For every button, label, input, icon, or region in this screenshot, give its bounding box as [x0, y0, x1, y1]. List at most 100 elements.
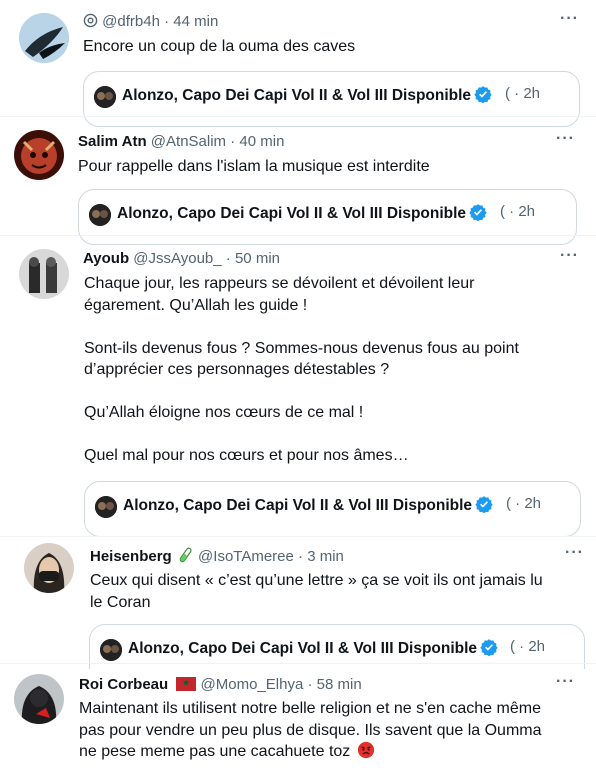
tweet-header: Salim Atn @AtnSalim · 40 min: [78, 132, 284, 152]
tweet-time[interactable]: 50 min: [235, 250, 280, 267]
quoted-avatar: [95, 496, 117, 518]
tweet-body: Encore un coup de la ouma des caves: [83, 36, 355, 58]
morocco-flag-icon: [176, 677, 197, 691]
quoted-time: 2h: [528, 638, 546, 655]
quoted-meta: ( · 2h: [505, 85, 540, 102]
quoted-time: 2h: [518, 203, 536, 220]
quoted-author-name-text: Alonzo, Capo Dei Capi Vol II & Vol III D…: [128, 640, 478, 657]
quoted-avatar: [100, 639, 122, 661]
tweet-text-line: Qu’Allah éloigne nos cœurs de ce mal !: [84, 404, 364, 421]
separator-dot: ·: [164, 13, 170, 30]
tweet-author-name[interactable]: Roi Corbeau: [79, 676, 168, 693]
tweet-1[interactable]: @dfrb4h · 44 min ··· Encore un coup de l…: [0, 0, 596, 127]
verified-badge-icon: [480, 639, 498, 656]
tweet-header: Ayoub @JssAyoub_ · 50 min: [83, 249, 280, 269]
more-options-icon[interactable]: ···: [556, 673, 575, 691]
tweet-author-name[interactable]: Ayoub: [83, 250, 129, 267]
tweet-text-line: Chaque jour, les rappeurs se dévoilent e…: [84, 275, 475, 292]
tweet-text-line: Pour rappelle dans l'islam la musique es…: [78, 158, 430, 175]
separator-dot: ·: [514, 85, 520, 102]
tweet-text-line: le Coran: [90, 593, 151, 611]
tweet-text-line: [84, 316, 519, 338]
more-options-icon[interactable]: ···: [556, 130, 575, 148]
test-tube-icon: [179, 547, 192, 563]
quoted-author-name: Alonzo, Capo Dei Capi Vol II & Vol III D…: [122, 85, 492, 105]
more-options-icon[interactable]: ···: [560, 10, 579, 28]
tweet-handle[interactable]: @Momo_Elhya: [201, 676, 304, 693]
separator-dot: ·: [509, 203, 515, 220]
angry-face-icon: [357, 741, 374, 759]
avatar-image-icon: [14, 674, 64, 724]
verified-badge-icon: [475, 496, 493, 513]
quoted-avatar: [94, 86, 116, 108]
tweet-body: Pour rappelle dans l'islam la musique es…: [78, 156, 430, 178]
separator-dot: ·: [307, 676, 313, 693]
more-options-icon[interactable]: ···: [565, 544, 584, 562]
separator-dot: ·: [225, 250, 231, 267]
truncated-handle: (: [500, 203, 505, 220]
more-options-icon[interactable]: ···: [560, 247, 579, 265]
settings-badge-icon: [83, 13, 98, 28]
avatar[interactable]: [19, 13, 69, 63]
tweet-text-line: égarement. Qu’Allah les guide !: [84, 296, 308, 314]
tweet-text-line: Ceux qui disent « c’est qu’une lettre » …: [90, 572, 543, 589]
tweet-4[interactable]: Heisenberg @IsoTAmeree · 3 min ··· Ceux …: [0, 537, 596, 669]
separator-dot: ·: [515, 495, 521, 512]
avatar[interactable]: [24, 543, 74, 593]
avatar[interactable]: [14, 130, 64, 180]
verified-badge-icon: [469, 204, 487, 221]
tweet-text-line-last: ne pese meme pas une cacahuete toz: [79, 741, 542, 763]
truncated-handle: (: [506, 495, 511, 512]
tweet-handle[interactable]: @dfrb4h: [102, 13, 160, 30]
tweet-text-fragment: ne pese meme pas une cacahuete toz: [79, 743, 351, 760]
separator-dot: ·: [298, 548, 304, 565]
tweet-text-line: Sont-ils devenus fous ? Sommes-nous deve…: [84, 339, 519, 357]
tweet-text-line: [84, 424, 519, 446]
tweet-header: @dfrb4h · 44 min: [83, 12, 218, 32]
tweet-3[interactable]: Ayoub @JssAyoub_ · 50 min ··· Chaque jou…: [0, 236, 596, 537]
tweet-body: Maintenant ils utilisent notre belle rel…: [79, 698, 542, 763]
tweet-time[interactable]: 3 min: [307, 548, 344, 565]
quoted-author-name-text: Alonzo, Capo Dei Capi Vol II & Vol III D…: [123, 497, 473, 514]
tweet-text-line: Maintenant ils utilisent notre belle rel…: [79, 700, 541, 717]
quoted-meta: ( · 2h: [510, 638, 545, 655]
tweet-text-line: d’apprécier ces personnages détestables …: [84, 361, 390, 378]
tweet-body: Chaque jour, les rappeurs se dévoilent e…: [84, 273, 519, 467]
tweet-text-line: pas pour vendre un peu plus de disque. I…: [79, 721, 542, 739]
quoted-author-name-text: Alonzo, Capo Dei Capi Vol II & Vol III D…: [117, 205, 467, 222]
tweet-time[interactable]: 44 min: [173, 13, 218, 30]
tweet-5[interactable]: Roi Corbeau @Momo_Elhya · 58 min ··· Mai…: [0, 664, 596, 772]
quoted-author-name: Alonzo, Capo Dei Capi Vol II & Vol III D…: [117, 203, 487, 223]
tweet-time[interactable]: 40 min: [239, 133, 284, 150]
avatar-image-icon: [19, 13, 69, 63]
quoted-author-name: Alonzo, Capo Dei Capi Vol II & Vol III D…: [123, 495, 493, 515]
tweet-text-line: [84, 381, 519, 403]
quoted-meta: ( · 2h: [506, 495, 541, 512]
avatar[interactable]: [14, 674, 64, 724]
tweet-author-name[interactable]: Salim Atn: [78, 133, 147, 150]
tweet-author-name[interactable]: Heisenberg: [90, 548, 172, 565]
verified-badge-icon: [474, 86, 492, 103]
tweet-handle[interactable]: @IsoTAmeree: [198, 548, 294, 565]
quoted-author-name-text: Alonzo, Capo Dei Capi Vol II & Vol III D…: [122, 87, 472, 104]
separator-dot: ·: [230, 133, 236, 150]
separator-dot: ·: [519, 638, 525, 655]
truncated-handle: (: [510, 638, 515, 655]
quoted-time: 2h: [523, 85, 541, 102]
quoted-meta: ( · 2h: [500, 203, 535, 220]
tweet-handle[interactable]: @AtnSalim: [151, 133, 226, 150]
tweet-body: Ceux qui disent « c’est qu’une lettre » …: [90, 570, 543, 613]
quoted-tweet[interactable]: Alonzo, Capo Dei Capi Vol II & Vol III D…: [84, 481, 581, 537]
avatar-image-icon: [24, 543, 74, 593]
quoted-time: 2h: [524, 495, 542, 512]
tweet-time[interactable]: 58 min: [317, 676, 362, 693]
avatar[interactable]: [19, 249, 69, 299]
avatar-image-icon: [19, 249, 69, 299]
truncated-handle: (: [505, 85, 510, 102]
tweet-header: Roi Corbeau @Momo_Elhya · 58 min: [79, 675, 362, 695]
tweet-text-line: Encore un coup de la ouma des caves: [83, 38, 356, 55]
tweet-2[interactable]: Salim Atn @AtnSalim · 40 min ··· Pour ra…: [0, 117, 596, 245]
tweet-text-line: Quel mal pour nos cœurs et pour nos âmes…: [84, 447, 409, 464]
tweet-handle[interactable]: @JssAyoub_: [133, 250, 221, 267]
avatar-image-icon: [14, 130, 64, 180]
